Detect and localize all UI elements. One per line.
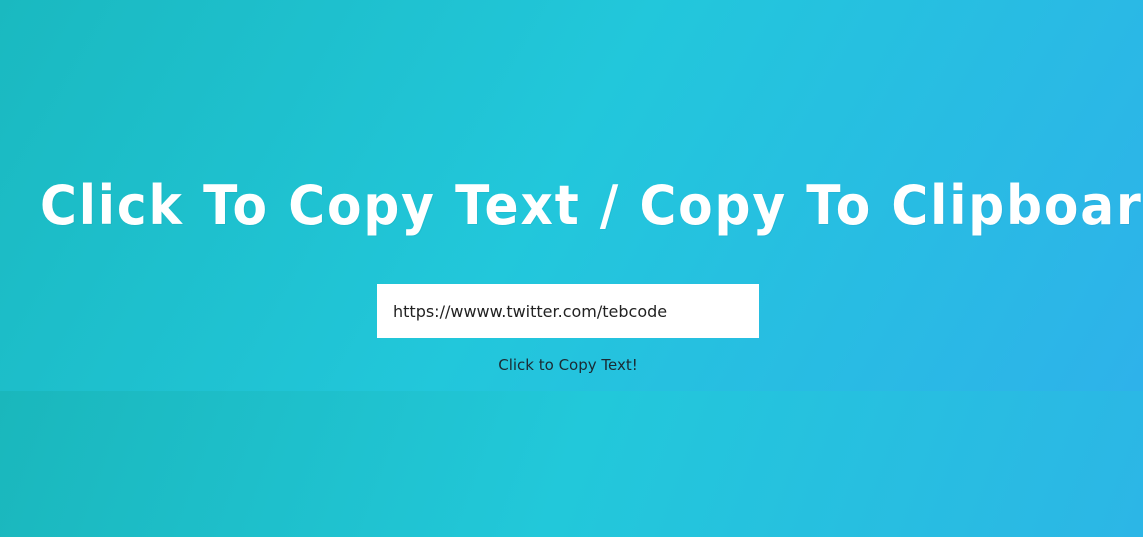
copy-text-button[interactable]: Click to Copy Text! [471, 352, 665, 378]
lower-section [0, 391, 1143, 537]
copy-text-input[interactable] [377, 284, 759, 338]
page-title: Click To Copy Text / Copy To Clipboard [40, 174, 1143, 237]
